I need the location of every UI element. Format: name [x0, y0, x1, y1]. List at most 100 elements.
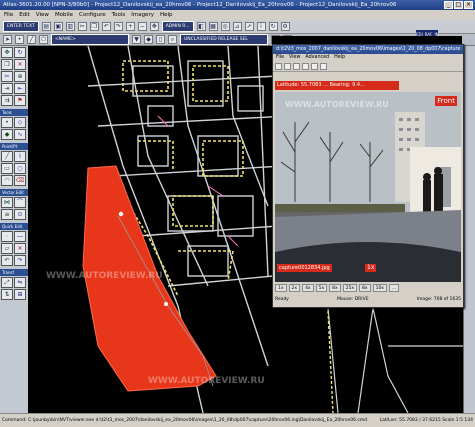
more-button[interactable]: ... — [388, 284, 400, 292]
video-menu-advanced[interactable]: Advanced — [305, 54, 329, 62]
zoom-5x-button[interactable]: 5x — [315, 284, 328, 292]
quick-line-icon[interactable]: ― — [14, 231, 26, 242]
menu-edit[interactable]: Edit — [19, 10, 30, 20]
print-icon[interactable]: ▥ — [65, 22, 75, 31]
zoom-4x-button[interactable]: 4x — [302, 284, 314, 292]
merge-icon[interactable]: ⊕ — [14, 71, 26, 82]
main-toolbar: ENTER TEXT ▤ ▣ ▥ ✂ ❐ ↶ ↷ + − ✥ ADMIN R..… — [0, 20, 475, 34]
snap-icon[interactable]: ◎ — [220, 22, 230, 31]
zoom-8x-button-2[interactable]: 8x — [359, 284, 371, 292]
menu-mobile[interactable]: Mobile — [55, 10, 73, 20]
pause-icon[interactable] — [284, 63, 291, 70]
quick-redo-icon[interactable]: ↷ — [14, 255, 26, 266]
move-icon[interactable]: ✥ — [1, 47, 13, 58]
close-button[interactable]: × — [464, 1, 473, 9]
quick-area-icon[interactable]: ▱ — [1, 243, 13, 254]
text-entry-field[interactable]: ENTER TEXT — [3, 21, 39, 32]
align-icon[interactable]: ≡ — [1, 209, 13, 220]
info-icon[interactable]: i — [256, 22, 266, 31]
rectangle-icon[interactable]: ▭ — [1, 163, 13, 174]
node-edit-icon[interactable]: ◇ — [14, 117, 26, 128]
menu-configure[interactable]: Configure — [79, 10, 106, 20]
find-icon[interactable]: ⌕ — [168, 35, 177, 44]
lock-icon[interactable]: ▯ — [156, 35, 165, 44]
offset-icon[interactable]: ⇉ — [1, 95, 13, 106]
prev-frame-icon[interactable] — [302, 63, 309, 70]
polygon-icon[interactable]: ⬠ — [39, 35, 48, 44]
zoom-in-icon[interactable]: + — [125, 22, 135, 31]
filter-icon[interactable]: ▼ — [132, 35, 141, 44]
zoom-out-icon[interactable]: − — [137, 22, 147, 31]
mirror-icon[interactable]: ⇋ — [14, 277, 26, 288]
settings-icon[interactable]: ⚙ — [280, 22, 290, 31]
maximize-button[interactable]: □ — [454, 1, 463, 9]
transform-icon[interactable]: ⊞ — [14, 289, 26, 300]
stop-icon[interactable] — [293, 63, 300, 70]
line-draw-icon[interactable]: ╱ — [1, 151, 13, 162]
node-icon[interactable]: • — [15, 35, 24, 44]
arrow-icon[interactable]: ➤ — [3, 35, 12, 44]
copy-icon[interactable]: ❐ — [89, 22, 99, 31]
right-scrollbar[interactable] — [463, 46, 475, 413]
open-icon[interactable]: ▤ — [41, 22, 51, 31]
video-window[interactable]: d:\t2\t3_mos_2007_danilovskij_ea_20mov06… — [272, 44, 464, 308]
snap-tool-icon[interactable]: ⊙ — [14, 209, 26, 220]
undo-icon[interactable]: ↶ — [101, 22, 111, 31]
point-icon[interactable]: • — [1, 117, 13, 128]
quick-undo-icon[interactable]: ↶ — [1, 255, 13, 266]
flip-icon[interactable]: ⇅ — [1, 289, 13, 300]
select-icon[interactable]: ➚ — [244, 22, 254, 31]
tag-icon[interactable]: ◆ — [144, 35, 153, 44]
flag-icon[interactable]: ⚑ — [14, 95, 26, 106]
curve-icon[interactable]: ∿ — [14, 129, 26, 140]
erase-icon[interactable]: ⌫ — [14, 175, 26, 186]
menu-help[interactable]: Help — [160, 10, 173, 20]
measure-icon[interactable]: ⊿ — [232, 22, 242, 31]
classification-field[interactable]: UNCLASSIFIED RELEASE SEL — [180, 34, 268, 45]
zoom-2x-button[interactable]: 2x — [288, 284, 301, 292]
video-menu-file[interactable]: File — [276, 54, 284, 62]
video-menu-view[interactable]: View — [289, 54, 300, 62]
zoom-8x-button[interactable]: 8x — [329, 284, 341, 292]
trim-icon[interactable]: ⇤ — [14, 83, 26, 94]
quick-point-icon[interactable]: ⋅ — [1, 231, 13, 242]
next-frame-icon[interactable] — [311, 63, 318, 70]
quick-delete-icon[interactable]: ✕ — [14, 243, 26, 254]
menu-imagery[interactable]: Imagery — [131, 10, 154, 20]
position-marker[interactable] — [118, 211, 124, 217]
menu-tools[interactable]: Tools — [112, 10, 126, 20]
snapshot-icon[interactable] — [320, 63, 327, 70]
extend-icon[interactable]: ⇥ — [1, 83, 13, 94]
refresh-icon[interactable]: ↻ — [268, 22, 278, 31]
redo-icon[interactable]: ↷ — [113, 22, 123, 31]
reshape-icon[interactable]: ⌒ — [14, 197, 26, 208]
vertex-icon[interactable]: ◆ — [1, 129, 13, 140]
join-icon[interactable]: ⋈ — [1, 197, 13, 208]
pan-icon[interactable]: ✥ — [149, 22, 159, 31]
minimize-button[interactable]: _ — [444, 1, 453, 9]
cut-icon[interactable]: ✂ — [77, 22, 87, 31]
delete-icon[interactable]: ✕ — [14, 59, 26, 70]
video-menu-help[interactable]: Help — [334, 54, 345, 62]
circle-icon[interactable]: ○ — [14, 163, 26, 174]
vertex-marker[interactable] — [164, 302, 168, 306]
video-frame[interactable]: Front capture0012834.jpg 1x WWW.AUTOREVI… — [275, 92, 461, 282]
line-icon[interactable]: ╱ — [27, 35, 36, 44]
split-icon[interactable]: ✂ — [1, 71, 13, 82]
polyline-icon[interactable]: ⌇ — [14, 151, 26, 162]
name-field[interactable]: <NAME> — [51, 34, 129, 45]
zoom-25x-button[interactable]: 25x — [342, 284, 358, 292]
layer-icon[interactable]: ◧ — [196, 22, 206, 31]
scale-icon[interactable]: ⤢ — [1, 277, 13, 288]
zoom-1x-button[interactable]: 1x — [275, 284, 287, 292]
menu-view[interactable]: View — [36, 10, 49, 20]
admin-field[interactable]: ADMIN R... — [161, 21, 194, 32]
rotate-icon[interactable]: ↻ — [14, 47, 26, 58]
copy-feature-icon[interactable]: ❐ — [1, 59, 13, 70]
menu-file[interactable]: File — [4, 10, 13, 20]
zoom-10x-button[interactable]: 10x — [372, 284, 387, 292]
grid-icon[interactable]: ▦ — [208, 22, 218, 31]
arc-icon[interactable]: ◠ — [1, 175, 13, 186]
save-icon[interactable]: ▣ — [53, 22, 63, 31]
play-icon[interactable] — [275, 63, 282, 70]
